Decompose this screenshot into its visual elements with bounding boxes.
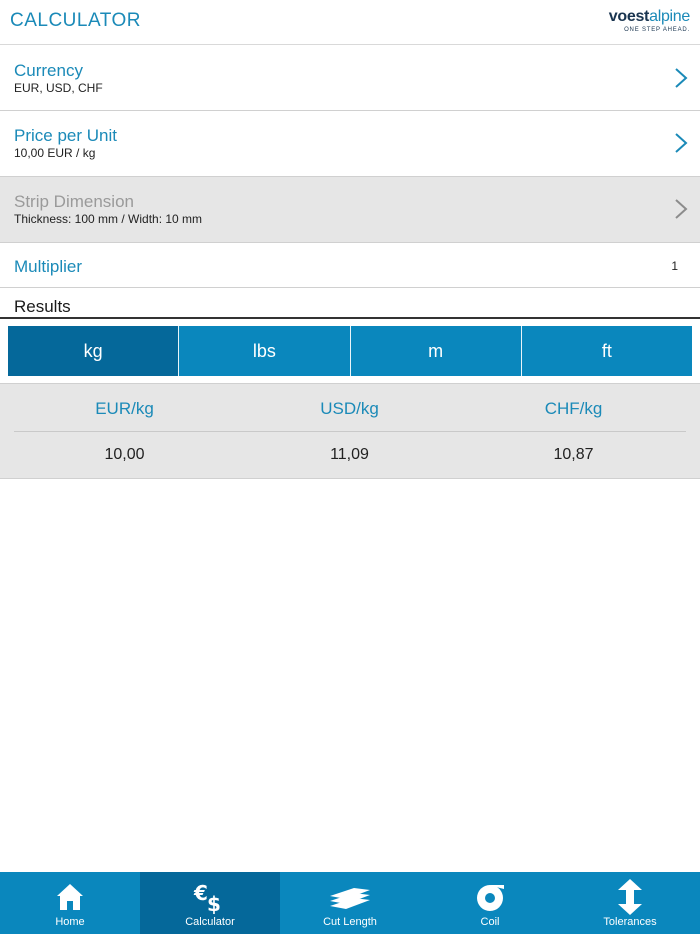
result-value: 11,09: [330, 446, 369, 463]
column-header: USD/kg: [320, 399, 379, 418]
tab-label: Calculator: [185, 916, 235, 928]
multiplier-label: Multiplier: [14, 257, 83, 276]
tab-label: Home: [55, 916, 85, 928]
currency-row[interactable]: Currency EUR, USD, CHF: [0, 46, 700, 111]
chevron-right-icon: [675, 68, 688, 88]
logo-brand: voestalpine: [608, 8, 691, 26]
price-per-unit-label: Price per Unit: [14, 126, 117, 145]
chevron-right-icon: [675, 199, 688, 219]
column-header: EUR/kg: [95, 399, 154, 418]
unit-segmented-control: kg lbs m ft: [8, 326, 692, 376]
tab-tolerances[interactable]: Tolerances: [560, 872, 700, 934]
tolerances-icon: [617, 879, 643, 915]
page-title: CALCULATOR: [10, 10, 141, 31]
multiplier-value: 1: [671, 259, 678, 273]
logo-slogan: ONE STEP AHEAD.: [624, 27, 690, 33]
voestalpine-logo: voestalpine ONE STEP AHEAD.: [608, 8, 691, 33]
calculator-icon: € $: [193, 880, 227, 914]
home-icon: [55, 880, 85, 914]
logo-brand-b: alpine: [649, 8, 690, 25]
unit-tab-lbs[interactable]: lbs: [179, 326, 351, 376]
result-value: 10,87: [553, 446, 594, 463]
tab-cut-length[interactable]: Cut Length: [280, 872, 420, 934]
column-header: CHF/kg: [544, 399, 603, 418]
strip-dimension-value: Thickness: 100 mm / Width: 10 mm: [14, 212, 203, 226]
currency-label: Currency: [14, 61, 83, 80]
unit-tab-ft[interactable]: ft: [521, 326, 692, 376]
cut-length-icon: [328, 880, 372, 914]
table-divider: [14, 431, 686, 432]
bottom-tab-bar: Home € $ Calculator Cut Length Coil Tole…: [0, 872, 700, 934]
tab-coil[interactable]: Coil: [420, 872, 560, 934]
tab-calculator[interactable]: € $ Calculator: [140, 872, 280, 934]
price-per-unit-value: 10,00 EUR / kg: [14, 146, 96, 160]
logo-brand-a: voest: [608, 8, 650, 25]
strip-dimension-row[interactable]: Strip Dimension Thickness: 100 mm / Widt…: [0, 177, 700, 243]
tab-label: Coil: [480, 916, 500, 928]
results-title: Results: [14, 297, 71, 316]
currency-value: EUR, USD, CHF: [14, 81, 103, 95]
tab-home[interactable]: Home: [0, 872, 140, 934]
unit-tab-m[interactable]: m: [350, 326, 522, 376]
result-value: 10,00: [104, 446, 145, 463]
tab-label: Cut Length: [323, 916, 377, 928]
results-section-header: Results: [0, 288, 700, 319]
unit-tab-kg[interactable]: kg: [8, 326, 180, 376]
coil-icon: [474, 880, 506, 914]
header: CALCULATOR voestalpine ONE STEP AHEAD.: [0, 0, 700, 45]
results-table: EUR/kg USD/kg CHF/kg 10,00 11,09 10,87: [0, 383, 700, 479]
svg-text:€: €: [193, 881, 208, 905]
tab-label: Tolerances: [603, 916, 657, 928]
price-per-unit-row[interactable]: Price per Unit 10,00 EUR / kg: [0, 111, 700, 177]
chevron-right-icon: [675, 133, 688, 153]
svg-text:$: $: [207, 892, 221, 914]
strip-dimension-label: Strip Dimension: [14, 192, 134, 211]
multiplier-row[interactable]: Multiplier 1: [0, 243, 700, 288]
